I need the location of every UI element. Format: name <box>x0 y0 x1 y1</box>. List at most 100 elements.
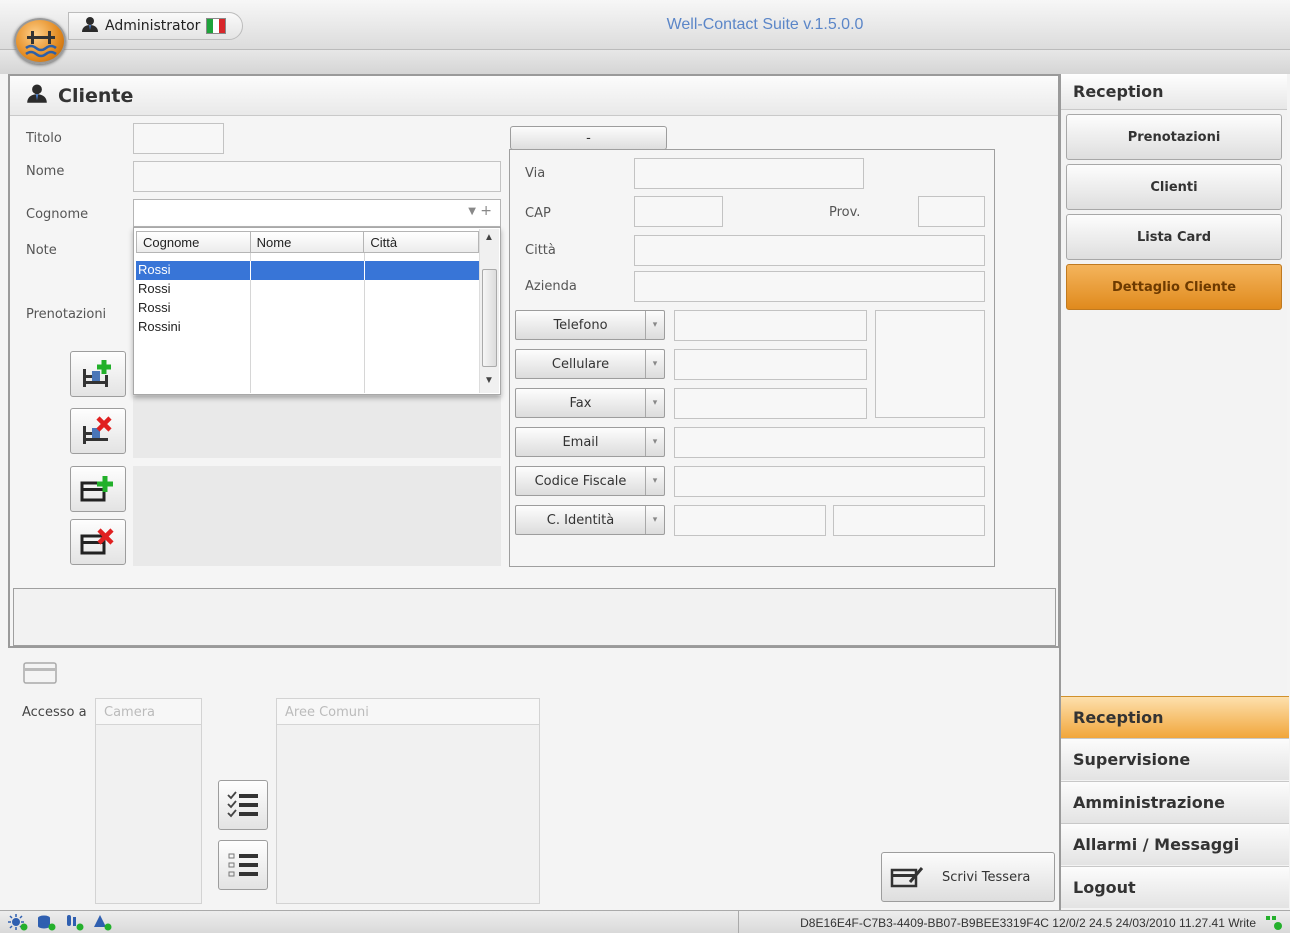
column-header-cognome[interactable]: Cognome <box>137 232 251 252</box>
dropdown-scrollbar[interactable]: ▲ ▼ <box>479 229 499 393</box>
dropdown-row[interactable]: Rossi <box>136 280 479 299</box>
codice-fiscale-button[interactable]: Codice Fiscale ▾ <box>515 466 665 496</box>
database-status-icon <box>38 915 56 931</box>
azienda-field[interactable] <box>634 271 985 302</box>
label-nome: Nome <box>26 164 65 179</box>
panel-title: Cliente <box>58 84 134 107</box>
card-icon <box>22 660 58 690</box>
user-icon <box>81 16 99 36</box>
citta-field[interactable] <box>634 235 985 266</box>
checklist-icon <box>227 791 258 818</box>
label-prenotazioni: Prenotazioni <box>26 307 107 322</box>
dropdown-row[interactable]: Rossi <box>136 261 479 280</box>
add-card-button[interactable] <box>70 466 126 512</box>
user-name: Administrator <box>105 18 201 34</box>
app-menu-orb[interactable] <box>14 18 66 64</box>
address-type-button[interactable]: - <box>510 126 667 150</box>
dettaglio-cliente-button[interactable]: Dettaglio Cliente <box>1066 264 1282 310</box>
list-icon <box>228 853 258 877</box>
dropdown-row[interactable]: Rossi <box>136 299 479 318</box>
chevron-down-icon: ▾ <box>652 398 658 408</box>
cognome-combobox[interactable]: ▼ + <box>133 199 501 227</box>
add-booking-button[interactable] <box>70 351 126 397</box>
label-cognome: Cognome <box>26 207 89 222</box>
dropdown-header: Cognome Nome Città <box>136 231 479 253</box>
client-icon <box>26 83 48 108</box>
fax-field[interactable] <box>674 388 867 419</box>
column-header-nome[interactable]: Nome <box>251 232 365 252</box>
plus-icon[interactable]: + <box>480 203 492 219</box>
aree-comuni-header: Aree Comuni <box>277 699 539 725</box>
telefono-button[interactable]: Telefono ▾ <box>515 310 665 340</box>
nav-supervisione[interactable]: Supervisione <box>1061 738 1289 780</box>
select-all-button[interactable] <box>218 780 268 830</box>
cellulare-button[interactable]: Cellulare ▾ <box>515 349 665 379</box>
alarm-status-icon <box>94 915 112 931</box>
write-card-button[interactable]: Scrivi Tessera <box>881 852 1055 902</box>
cognome-dropdown[interactable]: Cognome Nome Città Rossi Rossi Rossi Ros… <box>133 227 501 395</box>
cards-list[interactable] <box>133 466 501 566</box>
prenotazioni-button[interactable]: Prenotazioni <box>1066 114 1282 160</box>
cap-field[interactable] <box>634 196 723 227</box>
identita-date-field[interactable] <box>833 505 985 536</box>
photo-box <box>875 310 985 418</box>
aree-comuni-list[interactable]: Aree Comuni <box>276 698 540 904</box>
right-panel-title: Reception <box>1061 74 1287 110</box>
chevron-down-icon[interactable]: ▼ <box>468 206 476 217</box>
lights-status-icon <box>8 914 28 931</box>
chevron-down-icon: ▾ <box>652 320 658 330</box>
label-cap: CAP <box>525 206 551 221</box>
fax-button[interactable]: Fax ▾ <box>515 388 665 418</box>
email-field[interactable] <box>674 427 985 458</box>
scroll-down-icon: ▼ <box>484 375 494 386</box>
camera-list[interactable]: Camera <box>95 698 202 904</box>
clienti-button[interactable]: Clienti <box>1066 164 1282 210</box>
codice-fiscale-field[interactable] <box>674 466 985 497</box>
panel-header: Cliente <box>10 76 1058 116</box>
email-button[interactable]: Email ▾ <box>515 427 665 457</box>
remove-card-button[interactable] <box>70 519 126 565</box>
temperature-status-icon <box>67 915 84 931</box>
dropdown-row[interactable]: Rossini <box>136 318 479 337</box>
right-panel: Reception Prenotazioni Clienti Lista Car… <box>1059 74 1289 910</box>
label-azienda: Azienda <box>525 279 577 294</box>
bookings-list[interactable] <box>133 396 501 458</box>
identita-number-field[interactable] <box>674 505 826 536</box>
chevron-down-icon: ▾ <box>652 476 658 486</box>
add-booking-icon <box>83 360 111 387</box>
label-titolo: Titolo <box>26 131 62 146</box>
nav-amministrazione[interactable]: Amministrazione <box>1061 781 1289 823</box>
nav-reception[interactable]: Reception <box>1061 696 1289 738</box>
remove-booking-icon <box>83 416 112 444</box>
nome-field[interactable] <box>133 161 501 192</box>
remove-card-icon <box>80 528 114 555</box>
label-via: Via <box>525 166 546 181</box>
nav-allarmi-messaggi[interactable]: Allarmi / Messaggi <box>1061 823 1289 865</box>
label-prov: Prov. <box>829 205 861 220</box>
italian-flag-icon[interactable] <box>206 18 227 34</box>
prov-field[interactable] <box>918 196 985 227</box>
status-text: D8E16E4F-C7B3-4409-BB07-B9BEE3319F4C 12/… <box>800 916 1256 930</box>
nav-logout[interactable]: Logout <box>1061 866 1289 908</box>
status-bar: D8E16E4F-C7B3-4409-BB07-B9BEE3319F4C 12/… <box>0 910 1290 933</box>
telefono-field[interactable] <box>674 310 867 341</box>
via-field[interactable] <box>634 158 864 189</box>
titolo-field[interactable] <box>133 123 224 154</box>
scroll-up-icon: ▲ <box>484 232 494 243</box>
label-note: Note <box>26 243 57 258</box>
identita-button[interactable]: C. Identità ▾ <box>515 505 665 535</box>
camera-list-header: Camera <box>96 699 201 725</box>
status-icons <box>8 914 112 931</box>
remove-booking-button[interactable] <box>70 408 126 454</box>
scroll-thumb[interactable] <box>482 269 497 367</box>
chevron-down-icon: ▾ <box>652 437 658 447</box>
column-header-citta[interactable]: Città <box>364 232 478 252</box>
user-tab[interactable]: Administrator <box>68 12 243 40</box>
lista-card-button[interactable]: Lista Card <box>1066 214 1282 260</box>
cellulare-field[interactable] <box>674 349 867 380</box>
message-bar <box>13 588 1056 646</box>
add-card-icon <box>80 476 113 502</box>
chevron-down-icon: ▾ <box>652 515 658 525</box>
deselect-all-button[interactable] <box>218 840 268 890</box>
chevron-down-icon: ▾ <box>652 359 658 369</box>
